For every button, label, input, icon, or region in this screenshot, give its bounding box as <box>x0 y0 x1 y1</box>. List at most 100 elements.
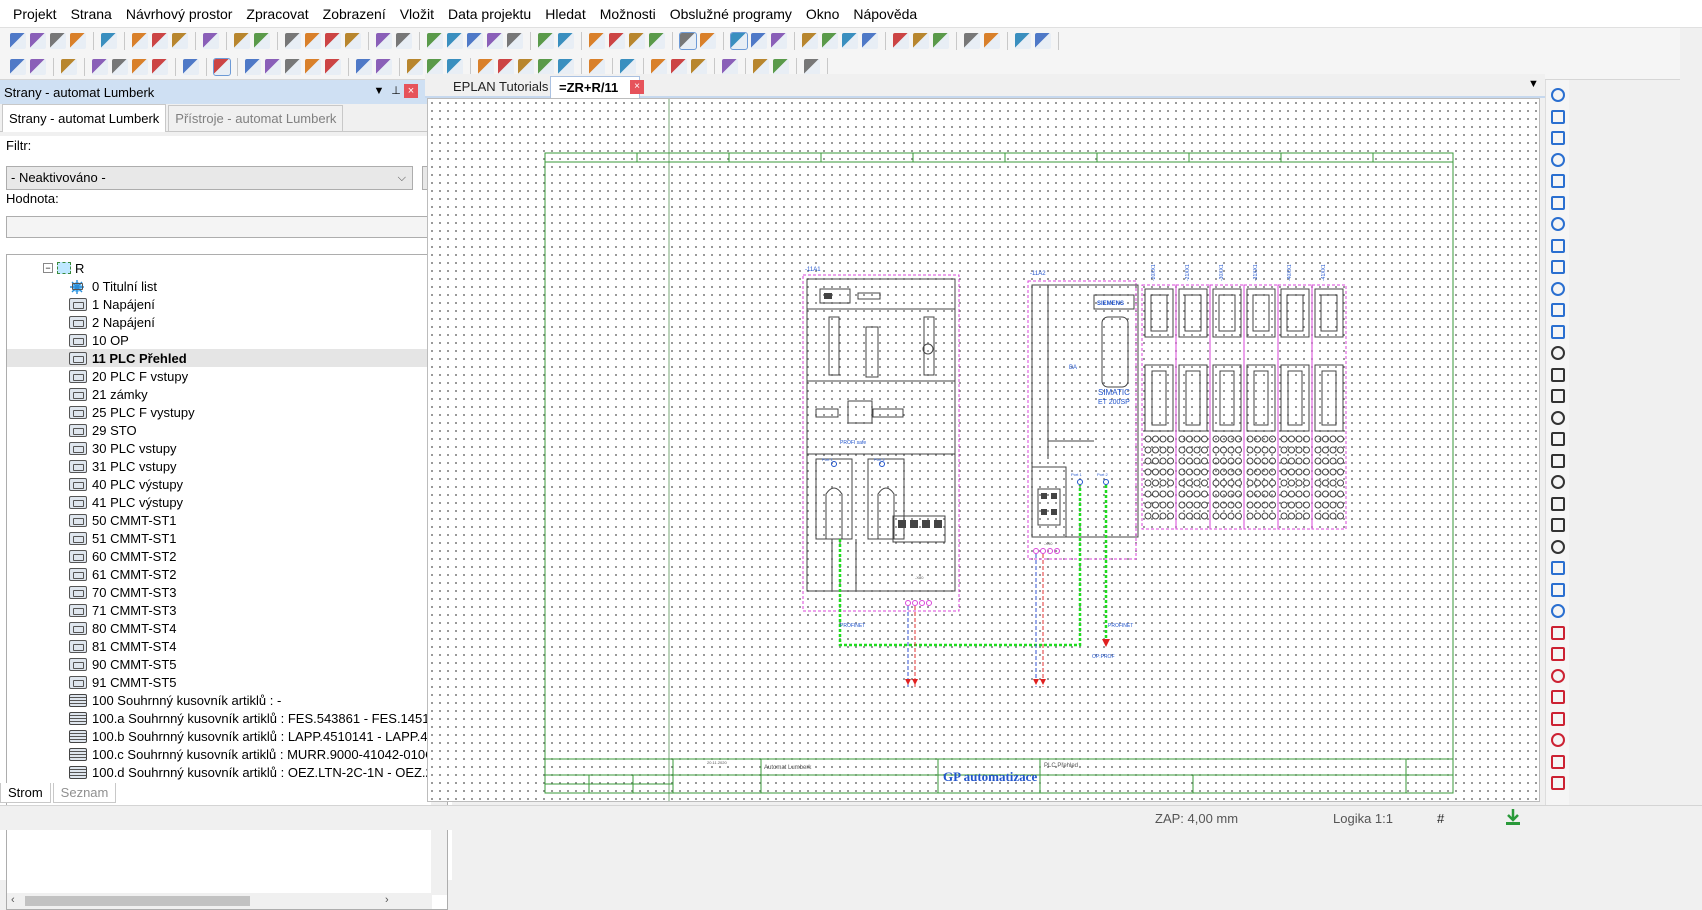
tb2-tool-icon[interactable] <box>30 58 46 75</box>
tab-list[interactable]: Seznam <box>52 783 117 803</box>
menu-item-9[interactable]: Obslužné programy <box>663 0 799 28</box>
tb1-tool-icon[interactable] <box>376 33 392 49</box>
horizontal-scrollbar[interactable]: ‹ › <box>7 893 432 909</box>
tb1-tool-icon[interactable] <box>802 33 818 49</box>
tb2-tool-icon[interactable] <box>245 58 261 75</box>
insert-tool-icon[interactable] <box>1551 217 1565 231</box>
insert-tool-icon[interactable] <box>1551 432 1565 446</box>
tree-page-item[interactable]: 60 CMMT-ST2 <box>7 547 432 565</box>
close-icon[interactable]: × <box>404 84 418 98</box>
panel-menu-icon[interactable]: ▼ <box>372 84 386 98</box>
insert-tool-icon[interactable] <box>1551 152 1565 167</box>
tb1-tool-icon[interactable] <box>1015 33 1031 49</box>
insert-tool-icon[interactable] <box>1551 88 1565 102</box>
tree-page-item[interactable]: 51 CMMT-ST1 <box>7 529 432 547</box>
insert-tool-icon[interactable] <box>1551 647 1565 661</box>
tab-close-icon[interactable]: × <box>630 80 644 94</box>
menu-item-2[interactable]: Návrhový prostor <box>119 0 240 28</box>
tree-page-item[interactable]: 41 PLC výstupy <box>7 493 432 511</box>
tb2-tool-icon[interactable] <box>285 58 301 75</box>
insert-tool-icon[interactable] <box>1551 539 1565 554</box>
scroll-right-icon[interactable]: › <box>385 894 389 906</box>
drawing-canvas[interactable]: GP automatizace Automat Lumberk PLC Přeh… <box>427 98 1540 802</box>
tree-page-item[interactable]: 0 Titulní list <box>7 277 432 295</box>
tb2-tool-icon[interactable] <box>722 58 738 75</box>
menu-item-7[interactable]: Hledat <box>538 0 592 28</box>
insert-tool-icon[interactable] <box>1551 389 1565 403</box>
insert-tool-icon[interactable] <box>1551 303 1565 317</box>
insert-tool-icon[interactable] <box>1551 367 1565 382</box>
tb2-tool-icon[interactable] <box>589 58 605 75</box>
tb1-tool-icon[interactable] <box>751 33 767 49</box>
tree-page-item[interactable]: 61 CMMT-ST2 <box>7 565 432 583</box>
tree-page-item[interactable]: 91 CMMT-ST5 <box>7 673 432 691</box>
tb1-tool-icon[interactable] <box>964 33 980 49</box>
tree-page-item[interactable]: 100.a Souhrnný kusovník artiklů : FES.54… <box>7 709 432 727</box>
tab-eplan-tutorials[interactable]: EPLAN Tutorials <box>445 76 556 98</box>
insert-tool-icon[interactable] <box>1551 346 1565 360</box>
tb2-tool-icon[interactable] <box>620 58 636 75</box>
tab-devices[interactable]: Přístroje - automat Lumberk <box>168 105 344 131</box>
tree-page-item[interactable]: 40 PLC výstupy <box>7 475 432 493</box>
tab-pages[interactable]: Strany - automat Lumberk <box>2 104 167 132</box>
insert-tool-icon[interactable] <box>1551 109 1565 124</box>
insert-tool-icon[interactable] <box>1551 281 1565 296</box>
tree-page-item[interactable]: 50 CMMT-ST1 <box>7 511 432 529</box>
tb1-tool-icon[interactable] <box>913 33 929 49</box>
tree-page-item[interactable]: 21 zámky <box>7 385 432 403</box>
tb1-tool-icon[interactable] <box>396 33 412 49</box>
tb2-tool-icon[interactable] <box>376 58 392 75</box>
tb2-tool-icon[interactable] <box>61 58 77 75</box>
tb1-tool-icon[interactable] <box>50 33 66 49</box>
tree-page-item[interactable]: 29 STO <box>7 421 432 439</box>
tb1-tool-icon[interactable] <box>203 33 219 49</box>
menu-item-8[interactable]: Možnosti <box>593 0 663 28</box>
tb1-tool-icon[interactable] <box>132 33 148 49</box>
menu-item-10[interactable]: Okno <box>799 0 846 28</box>
tb1-tool-icon[interactable] <box>842 33 858 49</box>
tree-page-item[interactable]: 71 CMMT-ST3 <box>7 601 432 619</box>
tb2-tool-icon[interactable] <box>518 58 534 75</box>
tree-page-item[interactable]: 31 PLC vstupy <box>7 457 432 475</box>
insert-tool-icon[interactable] <box>1551 260 1565 274</box>
menu-item-3[interactable]: Zpracovat <box>239 0 315 28</box>
tb1-tool-icon[interactable] <box>152 33 168 49</box>
tree-page-item[interactable]: 1 Napájení <box>7 295 432 313</box>
tb1-tool-icon[interactable] <box>30 33 46 49</box>
tb1-tool-icon[interactable] <box>984 33 1000 49</box>
menu-item-1[interactable]: Strana <box>64 0 119 28</box>
tb1-tool-icon[interactable] <box>254 33 270 49</box>
tb1-tool-icon[interactable] <box>285 33 301 49</box>
tb1-tool-icon[interactable] <box>822 33 838 49</box>
tree-page-item[interactable]: 25 PLC F vystupy <box>7 403 432 421</box>
tb1-tool-icon[interactable] <box>893 33 909 49</box>
insert-tool-icon[interactable] <box>1551 668 1565 683</box>
menu-item-4[interactable]: Zobrazení <box>316 0 393 28</box>
tb1-tool-icon[interactable] <box>700 33 716 49</box>
collapse-icon[interactable]: − <box>43 263 53 273</box>
tb1-tool-icon[interactable] <box>538 33 554 49</box>
insert-tool-icon[interactable] <box>1551 582 1565 597</box>
tb2-tool-icon[interactable] <box>691 58 707 75</box>
tb2-tool-icon[interactable] <box>498 58 514 75</box>
tabs-menu-icon[interactable]: ▼ <box>1528 78 1539 90</box>
tab-active-page[interactable]: =ZR+R/11 <box>550 76 640 98</box>
tab-tree[interactable]: Strom <box>0 783 51 803</box>
scroll-left-icon[interactable]: ‹ <box>11 894 15 906</box>
insert-tool-icon[interactable] <box>1551 776 1565 790</box>
insert-tool-icon[interactable] <box>1551 604 1565 618</box>
tb2-tool-icon[interactable] <box>538 58 554 75</box>
tree-page-item[interactable]: 100.c Souhrnný kusovník artiklů : MURR.9… <box>7 745 432 763</box>
tree-page-item[interactable]: 90 CMMT-ST5 <box>7 655 432 673</box>
tree-page-item[interactable]: 70 CMMT-ST3 <box>7 583 432 601</box>
tb1-tool-icon[interactable] <box>447 33 463 49</box>
tree-page-item[interactable]: 100.d Souhrnný kusovník artiklů : OEZ.LT… <box>7 763 432 781</box>
insert-tool-icon[interactable] <box>1551 238 1565 253</box>
menu-item-11[interactable]: Nápověda <box>846 0 924 28</box>
insert-tool-icon[interactable] <box>1551 754 1565 769</box>
insert-tool-icon[interactable] <box>1551 475 1565 489</box>
tree-page-item[interactable]: 100 Souhrnný kusovník artiklů : - <box>7 691 432 709</box>
tb1-tool-icon[interactable] <box>862 33 878 49</box>
insert-tool-icon[interactable] <box>1551 711 1565 726</box>
menu-item-6[interactable]: Data projektu <box>441 0 538 28</box>
